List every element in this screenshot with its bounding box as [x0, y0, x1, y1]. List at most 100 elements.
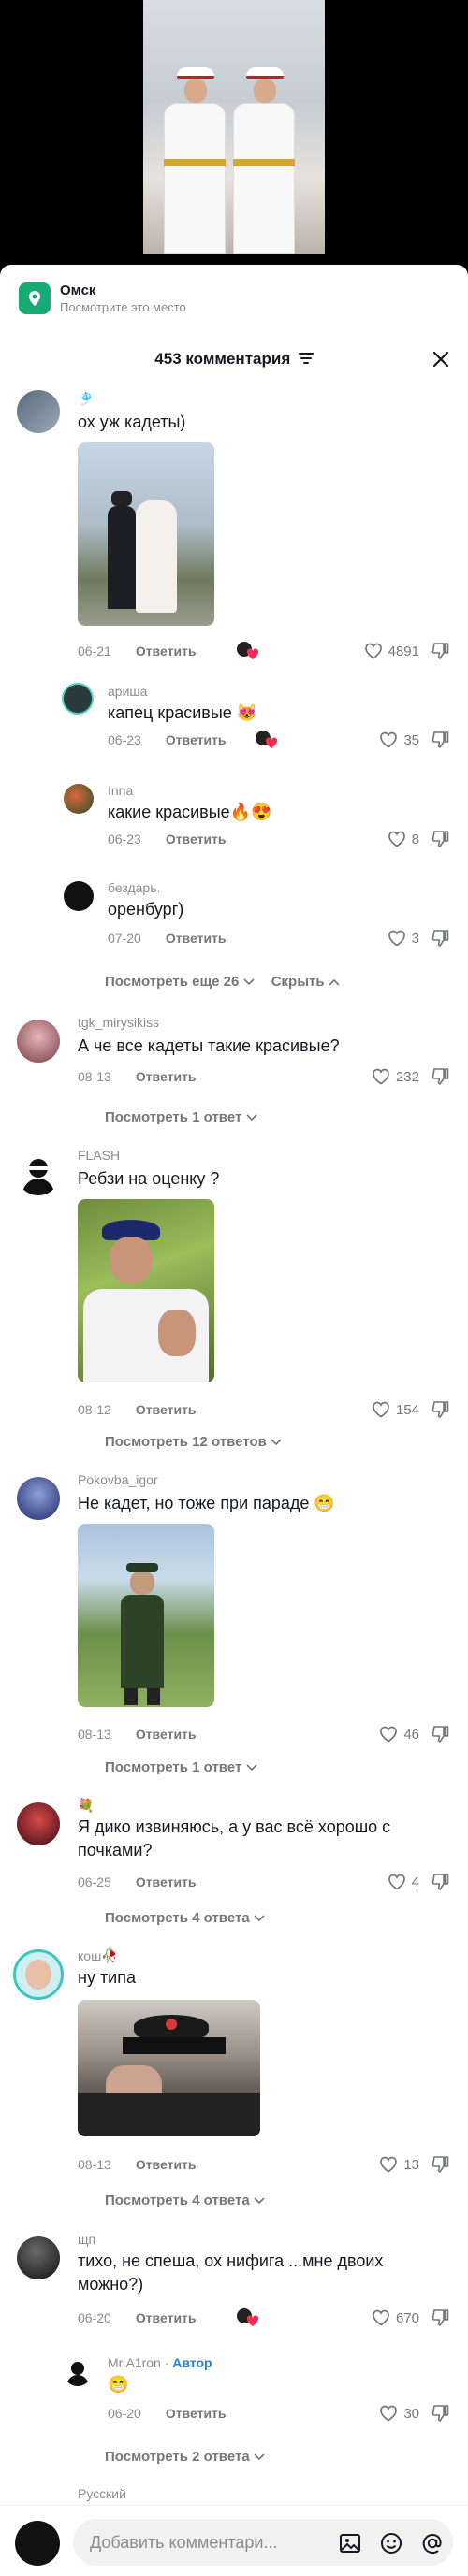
like-count: 46 — [403, 1726, 419, 1743]
reply-button[interactable]: Ответить — [136, 1069, 197, 1084]
username[interactable]: ариша — [108, 683, 147, 700]
dislike-icon[interactable] — [431, 1066, 451, 1087]
dislike-icon[interactable] — [431, 829, 451, 849]
comment-photo[interactable] — [78, 442, 214, 626]
comment-photo[interactable] — [78, 1524, 214, 1707]
emoji-icon[interactable] — [378, 2530, 404, 2556]
heart-icon — [380, 731, 398, 748]
username[interactable]: Mr A1ron · Автор — [108, 2354, 212, 2371]
username[interactable]: Inna — [108, 782, 133, 799]
avatar[interactable] — [64, 881, 94, 911]
username[interactable]: FLASH — [78, 1147, 120, 1164]
dislike-icon[interactable] — [431, 2403, 451, 2424]
like-count: 154 — [395, 1401, 419, 1418]
view-replies[interactable]: Посмотреть 4 ответа — [105, 1909, 265, 1928]
reply-button[interactable]: Ответить — [166, 931, 227, 946]
avatar[interactable] — [17, 1020, 60, 1063]
reply-button[interactable]: Ответить — [136, 1402, 197, 1417]
like-button[interactable]: 8 — [388, 830, 419, 848]
comment-text: 😁 — [108, 2375, 129, 2394]
comment-date: 08-13 — [78, 1069, 111, 1084]
dislike-icon[interactable] — [431, 1399, 451, 1420]
mention-icon[interactable] — [419, 2530, 446, 2556]
dislike-icon[interactable] — [431, 1872, 451, 1892]
comment-meta: 06-23 Ответить — [108, 731, 227, 748]
dislike-icon[interactable] — [431, 730, 451, 750]
like-button[interactable]: 46 — [379, 1725, 419, 1744]
comment-photo[interactable] — [78, 1199, 214, 1382]
avatar[interactable] — [17, 1477, 60, 1520]
reply-button[interactable]: Ответить — [136, 1874, 197, 1889]
location-pin-icon — [19, 282, 51, 314]
avatar[interactable] — [64, 784, 94, 814]
dislike-icon[interactable] — [431, 1724, 451, 1744]
comment-text: капец красивые 😻 — [108, 703, 258, 722]
comment-text: какие красивые🔥😍 — [108, 803, 272, 821]
reply-button[interactable]: Ответить — [136, 2310, 197, 2325]
username[interactable]: Pokovba_igor — [78, 1471, 158, 1488]
close-icon[interactable] — [431, 349, 451, 369]
like-count: 13 — [403, 2156, 419, 2173]
comment-date: 06-20 — [108, 2406, 141, 2421]
username[interactable]: 💐 — [78, 1797, 94, 1814]
reply-button[interactable]: Ответить — [166, 832, 227, 847]
reply-button[interactable]: Ответить — [166, 2406, 227, 2421]
comment-text: тихо, не спеша, ох нифига ...мне двоих м… — [78, 2251, 384, 2294]
view-replies[interactable]: Посмотреть 4 ответа — [105, 2192, 265, 2210]
like-button[interactable]: 670 — [372, 2308, 419, 2327]
username[interactable]: кош🥀 — [78, 1947, 118, 1964]
comment-input[interactable]: Добавить комментари... — [73, 2519, 453, 2566]
avatar[interactable] — [64, 2358, 92, 2386]
comment-date: 07-20 — [108, 931, 141, 946]
dislike-icon[interactable] — [431, 641, 451, 661]
avatar[interactable] — [17, 390, 60, 433]
reply-button[interactable]: Ответить — [136, 2157, 197, 2172]
reply-button[interactable]: Ответить — [136, 1727, 197, 1742]
place-link[interactable]: Омск Посмотрите это место — [19, 280, 186, 317]
reply-button[interactable]: Ответить — [166, 732, 227, 747]
dislike-icon[interactable] — [431, 2154, 451, 2175]
username[interactable]: бездарь. — [108, 879, 160, 896]
username[interactable]: щп — [78, 2231, 95, 2248]
like-button[interactable]: 30 — [379, 2404, 419, 2423]
avatar[interactable] — [17, 1152, 60, 1195]
view-replies-label: Посмотреть 1 ответ — [105, 1109, 242, 1125]
username[interactable]: Русский — [78, 2485, 126, 2502]
comment-text: оренбург) — [108, 900, 184, 919]
like-button[interactable]: 154 — [372, 1400, 419, 1419]
username[interactable]: 🎐 — [78, 390, 94, 407]
view-replies[interactable]: Посмотреть 1 ответ — [105, 1108, 257, 1127]
comment-photo[interactable] — [78, 2000, 260, 2136]
heart-icon — [373, 2309, 389, 2326]
like-button[interactable]: 232 — [372, 1067, 419, 1086]
comment-meta: 08-13 Ответить — [78, 2156, 197, 2173]
like-count: 8 — [411, 831, 419, 847]
avatar[interactable] — [17, 1802, 60, 1845]
chevron-down-icon — [245, 1764, 257, 1772]
image-icon[interactable] — [337, 2530, 363, 2556]
like-button[interactable]: 3 — [388, 929, 419, 948]
filter-icon[interactable] — [298, 352, 314, 369]
comment-input-placeholder: Добавить комментари... — [90, 2533, 278, 2552]
view-more-replies[interactable]: Посмотреть еще 26 Скрыть — [105, 973, 340, 991]
avatar[interactable] — [17, 2236, 60, 2279]
dislike-icon[interactable] — [431, 928, 451, 948]
view-replies[interactable]: Посмотреть 12 ответов — [105, 1433, 282, 1452]
like-button[interactable]: 4 — [388, 1873, 419, 1891]
like-button[interactable]: 35 — [379, 731, 419, 749]
cadet-figure — [227, 49, 300, 254]
view-replies-label: Посмотреть 2 ответа — [105, 2449, 250, 2465]
avatar[interactable] — [13, 1949, 64, 2000]
view-replies[interactable]: Посмотреть 1 ответ — [105, 1758, 257, 1777]
hide-replies-button[interactable]: Скрыть — [271, 974, 325, 990]
view-replies[interactable]: Посмотреть 2 ответа — [105, 2448, 265, 2467]
video-preview[interactable] — [0, 0, 468, 265]
heart-icon — [388, 831, 405, 847]
username[interactable]: tgk_mirysikiss — [78, 1014, 159, 1031]
like-button[interactable]: 4891 — [364, 642, 419, 660]
dislike-icon[interactable] — [431, 2308, 451, 2328]
reply-button[interactable]: Ответить — [136, 644, 197, 658]
like-button[interactable]: 13 — [379, 2155, 419, 2174]
avatar[interactable] — [62, 683, 94, 715]
comment-meta: 08-12 Ответить — [78, 1401, 197, 1418]
